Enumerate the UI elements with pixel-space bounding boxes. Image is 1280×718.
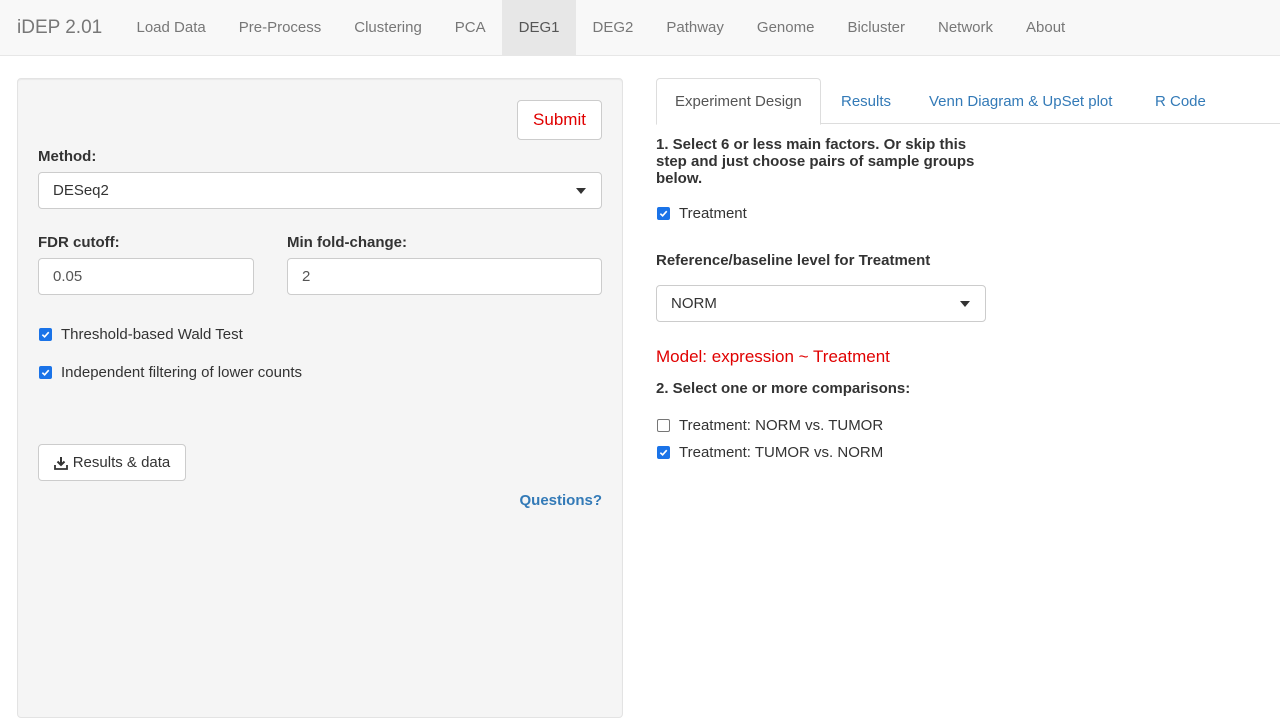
wald-test-label: Threshold-based Wald Test	[61, 326, 243, 343]
step1-instructions-line2: step and just choose pairs of sample gro…	[656, 153, 975, 170]
caret-down-icon	[960, 301, 970, 307]
nav-item-pre-process[interactable]: Pre-Process	[222, 0, 338, 55]
nav-item-clustering[interactable]: Clustering	[338, 0, 439, 55]
min-fold-change-input[interactable]: 2	[287, 258, 602, 295]
factor-treatment-checkbox-row[interactable]: Treatment	[657, 205, 747, 222]
nav-item-deg1[interactable]: DEG1	[502, 0, 576, 55]
reference-level-value: NORM	[671, 295, 717, 312]
comparison-checkbox-row[interactable]: Treatment: TUMOR vs. NORM	[657, 444, 883, 461]
nav-item-about[interactable]: About	[1010, 0, 1082, 55]
comparison-label: Treatment: TUMOR vs. NORM	[679, 444, 884, 461]
fdr-cutoff-label: FDR cutoff:	[38, 234, 120, 251]
settings-panel: Submit Method: DESeq2 FDR cutoff: 0.05 M…	[17, 78, 623, 718]
navbar: iDEP 2.01 Load Data Pre-Process Clusteri…	[0, 0, 1280, 56]
factor-treatment-checkbox[interactable]	[657, 207, 670, 220]
comparison-tumor-vs-norm-checkbox[interactable]	[657, 446, 670, 459]
download-results-label: Results & data	[72, 454, 171, 471]
check-icon	[659, 449, 668, 457]
check-icon	[659, 210, 668, 218]
comparison-norm-vs-tumor-checkbox[interactable]	[657, 419, 670, 432]
nav-item-deg2[interactable]: DEG2	[576, 0, 650, 55]
questions-link[interactable]: Questions?	[519, 492, 602, 509]
wald-test-checkbox-row[interactable]: Threshold-based Wald Test	[39, 326, 243, 343]
reference-level-label: Reference/baseline level for Treatment	[656, 252, 931, 269]
independent-filtering-checkbox-row[interactable]: Independent filtering of lower counts	[39, 364, 302, 381]
nav-item-pca[interactable]: PCA	[438, 0, 502, 55]
download-results-button[interactable]: Results & data	[38, 444, 186, 481]
nav-item-genome[interactable]: Genome	[740, 0, 831, 55]
tab-r-code[interactable]: R Code	[1137, 78, 1224, 124]
method-select-value: DESeq2	[53, 182, 109, 199]
nav-item-pathway[interactable]: Pathway	[650, 0, 741, 55]
model-formula: Model: expression ~ Treatment	[656, 347, 890, 366]
factor-treatment-label: Treatment	[679, 205, 747, 222]
caret-down-icon	[576, 188, 586, 194]
independent-filtering-label: Independent filtering of lower counts	[61, 364, 302, 381]
result-tabs: Experiment Design Results Venn Diagram &…	[656, 78, 1280, 125]
comparison-label: Treatment: NORM vs. TUMOR	[679, 417, 884, 434]
tab-venn-diagram-upset[interactable]: Venn Diagram & UpSet plot	[911, 78, 1130, 124]
app-brand[interactable]: iDEP 2.01	[0, 0, 120, 55]
nav-item-bicluster[interactable]: Bicluster	[831, 0, 922, 55]
step1-instructions-line1: 1. Select 6 or less main factors. Or ski…	[656, 136, 967, 153]
min-fold-change-label: Min fold-change:	[287, 234, 407, 251]
check-icon	[41, 369, 50, 377]
comparison-checkbox-row[interactable]: Treatment: NORM vs. TUMOR	[657, 417, 883, 434]
download-icon	[53, 456, 68, 470]
method-select[interactable]: DESeq2	[38, 172, 602, 209]
method-label: Method:	[38, 148, 97, 165]
fdr-cutoff-input[interactable]: 0.05	[38, 258, 254, 295]
tab-results[interactable]: Results	[823, 78, 909, 124]
step1-instructions-line3: below.	[656, 170, 703, 187]
check-icon	[41, 331, 50, 339]
nav-item-load-data[interactable]: Load Data	[120, 0, 222, 55]
nav-item-network[interactable]: Network	[921, 0, 1009, 55]
tab-experiment-design[interactable]: Experiment Design	[656, 78, 821, 125]
wald-test-checkbox[interactable]	[39, 328, 52, 341]
reference-level-select[interactable]: NORM	[656, 285, 986, 322]
submit-button[interactable]: Submit	[517, 100, 602, 140]
step2-instructions: 2. Select one or more comparisons:	[656, 380, 911, 397]
independent-filtering-checkbox[interactable]	[39, 366, 52, 379]
